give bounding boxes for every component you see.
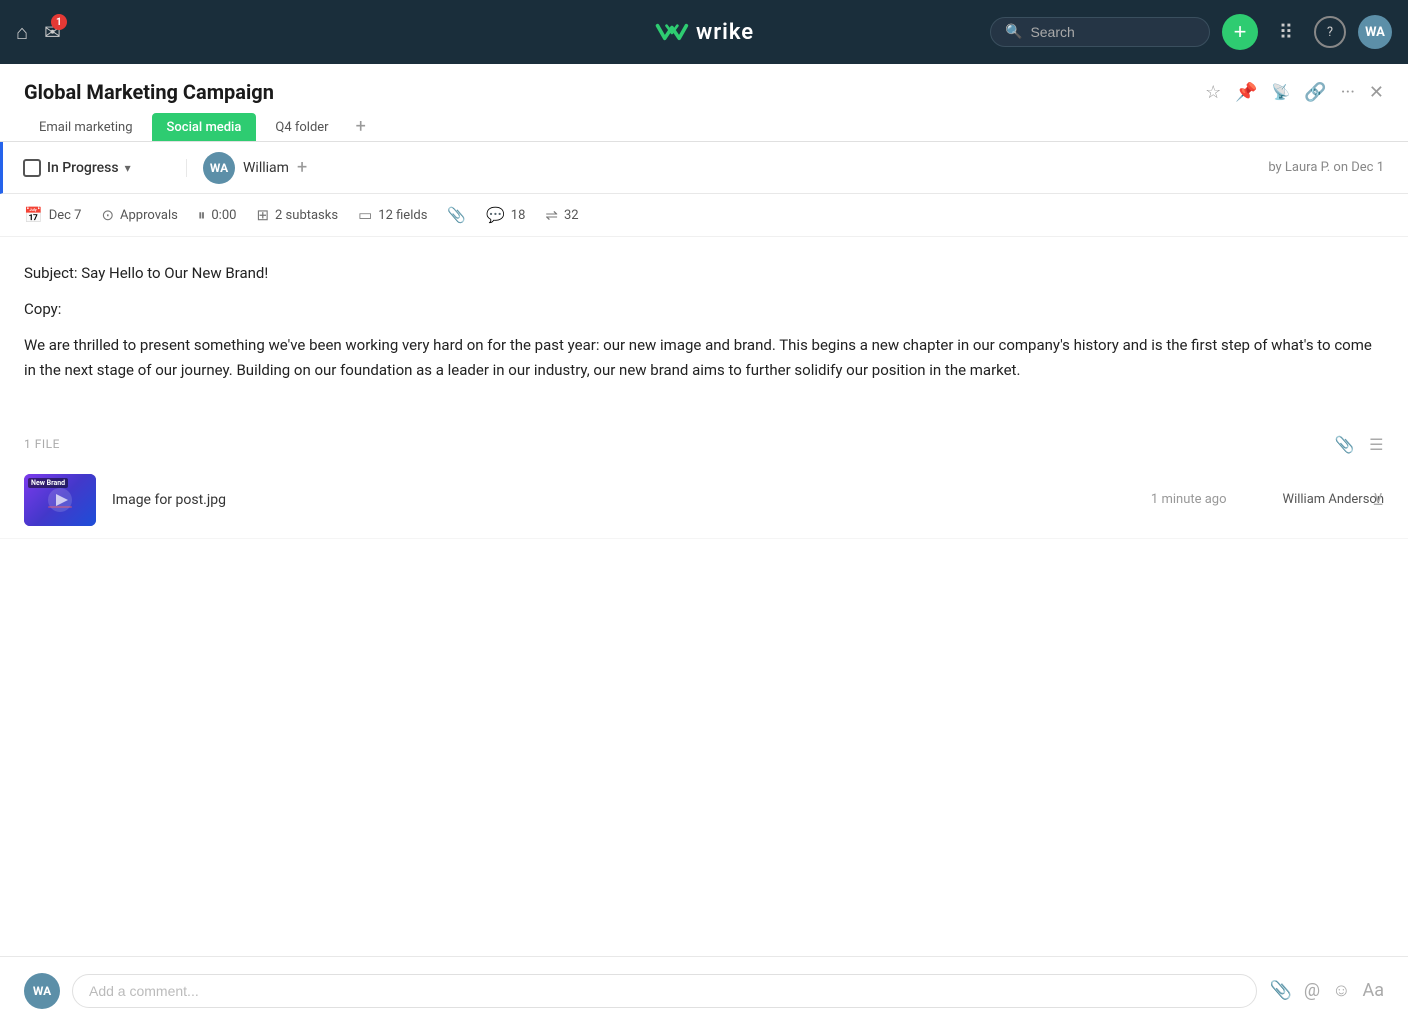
search-input[interactable] bbox=[1030, 24, 1180, 40]
fields-icon: ▭ bbox=[358, 206, 372, 224]
tab-q4-folder[interactable]: Q4 folder bbox=[260, 113, 343, 141]
meta-subtasks-label: 2 subtasks bbox=[275, 208, 338, 223]
page-header-actions: ☆ 📌 📡 🔗 ··· ✕ bbox=[1205, 82, 1384, 103]
tabs-row: Email marketing Social media Q4 folder + bbox=[0, 104, 1408, 142]
top-navigation: ⌂ ✉ 1 wrike 🔍 + ⠿ ? WA bbox=[0, 0, 1408, 64]
more-icon[interactable]: ··· bbox=[1341, 82, 1355, 103]
meta-subtasks[interactable]: ⊞ 2 subtasks bbox=[256, 206, 338, 224]
comment-area: WA 📎 @ ☺ Aa bbox=[0, 956, 1408, 1024]
share-icon: ⇌ bbox=[545, 206, 558, 224]
subtasks-icon: ⊞ bbox=[256, 206, 269, 224]
search-bar[interactable]: 🔍 bbox=[990, 17, 1210, 47]
meta-comments[interactable]: 💬 18 bbox=[486, 206, 525, 224]
file-thumbnail[interactable]: New Brand bbox=[24, 474, 96, 526]
add-assignee-icon[interactable]: + bbox=[297, 157, 307, 178]
search-icon: 🔍 bbox=[1005, 24, 1022, 40]
file-upload-time: 1 minute ago bbox=[1151, 492, 1227, 507]
attachment-icon: 📎 bbox=[447, 206, 466, 224]
page-header: Global Marketing Campaign ☆ 📌 📡 🔗 ··· ✕ bbox=[0, 64, 1408, 104]
task-meta-right: by Laura P. on Dec 1 bbox=[1268, 160, 1408, 175]
file-count-label: 1 FILE bbox=[24, 437, 60, 451]
file-thumb-badge: New Brand bbox=[28, 478, 68, 488]
content-body: We are thrilled to present something we'… bbox=[24, 333, 1384, 383]
comments-icon: 💬 bbox=[486, 206, 505, 224]
meta-approvals[interactable]: ⊙ Approvals bbox=[101, 206, 177, 224]
subject-line: Subject: Say Hello to Our New Brand! bbox=[24, 261, 1384, 285]
star-icon[interactable]: ☆ bbox=[1205, 82, 1221, 103]
user-avatar[interactable]: WA bbox=[1358, 15, 1392, 49]
content-area: Subject: Say Hello to Our New Brand! Cop… bbox=[0, 237, 1408, 427]
assignee-group: WA William + bbox=[187, 152, 323, 184]
comment-emoji-icon[interactable]: ☺ bbox=[1332, 980, 1350, 1001]
attach-icon[interactable]: 📎 bbox=[1335, 435, 1355, 454]
assignee-name: William bbox=[243, 160, 289, 176]
meta-comments-label: 18 bbox=[511, 208, 526, 223]
meta-attachment[interactable]: 📎 bbox=[447, 206, 466, 224]
wrike-logo: wrike bbox=[654, 18, 754, 46]
list-icon[interactable]: ☰ bbox=[1369, 435, 1384, 454]
nav-right: 🔍 + ⠿ ? WA bbox=[990, 14, 1392, 50]
task-checkbox[interactable] bbox=[23, 159, 41, 177]
help-icon[interactable]: ? bbox=[1314, 16, 1346, 48]
add-tab-button[interactable]: + bbox=[348, 112, 374, 141]
meta-timer[interactable]: ⏸ 0:00 bbox=[198, 206, 237, 224]
close-icon[interactable]: ✕ bbox=[1369, 82, 1384, 103]
comment-mention-icon[interactable]: @ bbox=[1304, 980, 1320, 1001]
add-button[interactable]: + bbox=[1222, 14, 1258, 50]
meta-fields-label: 12 fields bbox=[378, 208, 427, 223]
rss-icon[interactable]: 📡 bbox=[1272, 83, 1291, 101]
meta-fields[interactable]: ▭ 12 fields bbox=[358, 206, 427, 224]
meta-date[interactable]: 📅 Dec 7 bbox=[24, 206, 81, 224]
wrike-logo-text: wrike bbox=[696, 20, 754, 45]
comment-attach-icon[interactable]: 📎 bbox=[1269, 980, 1291, 1001]
logo: wrike bbox=[654, 18, 754, 46]
file-row: New Brand Image for post.jpg 1 minute ag… bbox=[0, 462, 1408, 539]
assignee-avatar[interactable]: WA bbox=[203, 152, 235, 184]
meta-icons-row: 📅 Dec 7 ⊙ Approvals ⏸ 0:00 ⊞ 2 subtasks … bbox=[0, 194, 1408, 237]
copy-label: Copy: bbox=[24, 297, 1384, 321]
approvals-icon: ⊙ bbox=[101, 206, 114, 224]
meta-share-label: 32 bbox=[564, 208, 579, 223]
file-uploader: William Anderson bbox=[1283, 492, 1384, 507]
grid-icon[interactable]: ⠿ bbox=[1270, 16, 1302, 48]
tab-email-marketing[interactable]: Email marketing bbox=[24, 113, 148, 141]
mail-badge-count: 1 bbox=[51, 14, 67, 30]
page-title: Global Marketing Campaign bbox=[24, 80, 274, 104]
home-icon[interactable]: ⌂ bbox=[16, 20, 28, 45]
link-icon[interactable]: 🔗 bbox=[1304, 82, 1326, 103]
filter-icon[interactable]: ⊻ bbox=[1372, 490, 1384, 509]
meta-approvals-label: Approvals bbox=[120, 208, 178, 223]
meta-date-label: Dec 7 bbox=[49, 208, 82, 223]
task-status-row: In Progress ▾ WA William + by Laura P. o… bbox=[0, 142, 1408, 194]
status-chevron-icon[interactable]: ▾ bbox=[125, 161, 131, 175]
timer-icon: ⏸ bbox=[198, 206, 206, 224]
comment-format-icon[interactable]: Aa bbox=[1362, 980, 1384, 1001]
calendar-icon: 📅 bbox=[24, 206, 43, 224]
file-section-header: 1 FILE 📎 ☰ bbox=[0, 427, 1408, 462]
file-name[interactable]: Image for post.jpg bbox=[112, 492, 1135, 508]
pin-icon[interactable]: 📌 bbox=[1235, 82, 1257, 103]
file-section-icons: 📎 ☰ bbox=[1335, 435, 1384, 454]
meta-share[interactable]: ⇌ 32 bbox=[545, 206, 578, 224]
comment-input-wrapper[interactable] bbox=[72, 974, 1257, 1008]
mail-button[interactable]: ✉ 1 bbox=[44, 20, 61, 44]
comment-input[interactable] bbox=[89, 983, 1240, 999]
comment-toolbar: 📎 @ ☺ Aa bbox=[1269, 980, 1384, 1001]
comment-user-avatar: WA bbox=[24, 973, 60, 1009]
status-group: In Progress ▾ bbox=[7, 159, 187, 177]
nav-left: ⌂ ✉ 1 bbox=[16, 20, 61, 45]
status-label: In Progress bbox=[47, 160, 119, 176]
tab-social-media[interactable]: Social media bbox=[152, 113, 257, 141]
meta-timer-label: 0:00 bbox=[211, 208, 236, 223]
